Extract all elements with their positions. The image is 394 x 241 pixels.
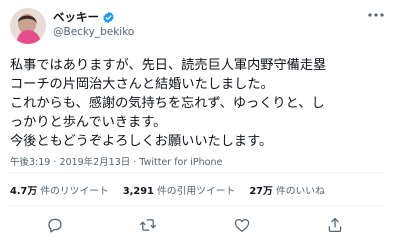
tweet-date[interactable]: 2019年2月13日 (59, 157, 130, 168)
heart-icon[interactable] (233, 216, 251, 234)
verified-badge-icon (103, 11, 114, 23)
display-name[interactable]: ベッキー (53, 9, 99, 25)
meta-separator: · (133, 157, 137, 168)
meta-separator: · (53, 157, 57, 168)
tweet-actions (0, 213, 394, 237)
avatar-image (10, 8, 46, 44)
like-count-label: 件のいいね (275, 186, 325, 197)
retweet-count[interactable]: 4.7万 件のリツイート (10, 183, 109, 197)
user-handle[interactable]: @Becky_bekiko (53, 26, 134, 38)
divider (10, 205, 384, 206)
tweet-source[interactable]: Twitter for iPhone (139, 157, 222, 168)
tweet-stats: 4.7万 件のリツイート 3,291 件の引用ツイート 27万 件のいいね (10, 183, 339, 197)
like-count[interactable]: 27万 件のいいね (249, 183, 325, 197)
retweet-count-number: 4.7万 (10, 186, 38, 197)
retweet-icon[interactable] (139, 216, 157, 234)
tweet-card: ベッキー @Becky_bekiko 私事ではありますが、先日、読売巨人軍内野守… (0, 0, 394, 241)
share-icon[interactable] (326, 216, 344, 234)
quote-count-number: 3,291 (122, 186, 154, 197)
tweet-meta: 午後3:19 · 2019年2月13日 · Twitter for iPhone (10, 154, 222, 168)
user-name-row: ベッキー (53, 9, 115, 25)
tweet-text: 私事ではありますが、先日、読売巨人軍内野守備走塁 コーチの片岡治大さんと結婚いた… (10, 58, 327, 149)
tweet-time[interactable]: 午後3:19 (10, 157, 50, 168)
reply-icon[interactable] (46, 216, 64, 234)
avatar[interactable] (10, 8, 46, 44)
quote-count-label: 件の引用ツイート (156, 186, 236, 197)
retweet-count-label: 件のリツイート (40, 186, 109, 197)
like-count-number: 27万 (249, 186, 273, 197)
quote-count[interactable]: 3,291 件の引用ツイート (123, 183, 236, 197)
divider (10, 172, 384, 173)
more-dots-icon[interactable] (366, 8, 386, 22)
